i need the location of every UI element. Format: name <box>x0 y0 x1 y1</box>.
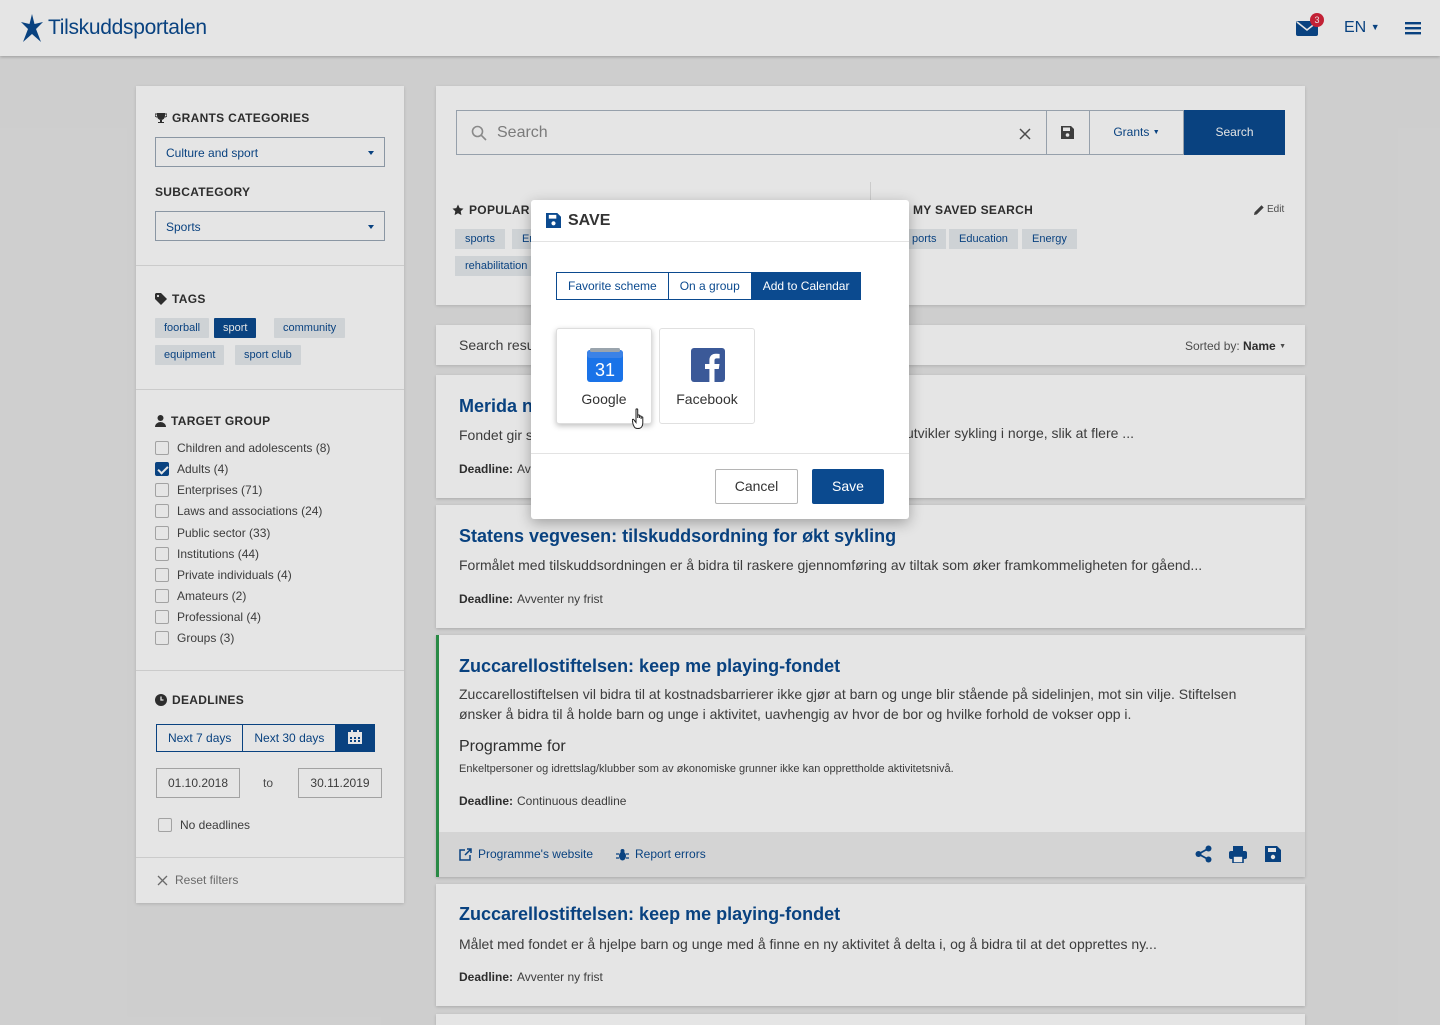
facebook-label: Facebook <box>676 391 738 407</box>
facebook-option[interactable]: Facebook <box>659 328 755 424</box>
divider <box>531 453 909 454</box>
save-button[interactable]: Save <box>812 469 884 504</box>
modal-header: SAVE <box>531 200 909 242</box>
google-calendar-day: 31 <box>595 360 615 380</box>
hand-pointer-icon <box>632 408 644 430</box>
save-type-tabs: Favorite scheme On a group Add to Calend… <box>556 272 862 300</box>
cancel-button[interactable]: Cancel <box>715 469 798 504</box>
google-calendar-icon: 31 <box>587 348 623 382</box>
save-modal: SAVE Favorite scheme On a group Add to C… <box>531 200 909 519</box>
google-label: Google <box>581 391 627 407</box>
facebook-icon <box>691 348 725 382</box>
modal-title: SAVE <box>568 211 611 229</box>
tab-favorite-scheme[interactable]: Favorite scheme <box>557 273 669 299</box>
tab-add-to-calendar[interactable]: Add to Calendar <box>751 273 861 299</box>
tab-on-a-group[interactable]: On a group <box>668 273 752 299</box>
floppy-disk-icon <box>546 213 561 228</box>
